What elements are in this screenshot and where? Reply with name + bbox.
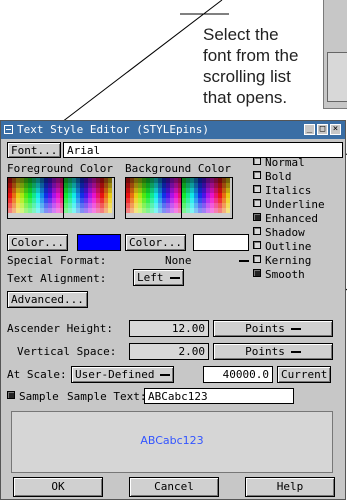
style-checkbox[interactable] <box>253 199 261 207</box>
style-option-label: Underline <box>265 198 325 211</box>
style-option-label: Outline <box>265 240 312 253</box>
ascender-height-field[interactable]: 12.00 <box>129 320 209 337</box>
foreground-color-button[interactable]: Color... <box>7 234 68 251</box>
style-checkbox[interactable] <box>253 269 261 277</box>
dropdown-icon <box>290 351 301 353</box>
text-alignment-dropdown[interactable]: Left <box>133 269 184 286</box>
text-alignment-value: Left <box>137 271 164 284</box>
foreground-palette-extra[interactable] <box>63 177 115 219</box>
at-scale-label: At Scale: <box>7 368 67 381</box>
special-format-label: Special Format: <box>7 254 107 267</box>
window-title: Text Style Editor (STYLEpins) <box>17 123 210 136</box>
sample-checkbox-option[interactable]: Sample <box>7 390 59 404</box>
style-checkbox[interactable] <box>253 227 261 235</box>
sample-preview-area: ABCabc123 <box>11 411 333 473</box>
vertical-space-field[interactable]: 2.00 <box>129 343 209 360</box>
style-option-smooth[interactable]: Smooth <box>253 268 305 282</box>
vertical-space-label: Vertical Space: <box>17 345 117 358</box>
sample-checkbox-label: Sample <box>19 390 59 403</box>
style-option-enhanced[interactable]: Enhanced <box>253 212 318 226</box>
background-color-label: Background Color <box>125 162 231 175</box>
title-bar[interactable]: Text Style Editor (STYLEpins) _ □ × <box>1 121 345 139</box>
style-checkbox[interactable] <box>253 157 261 165</box>
special-format-value[interactable]: None <box>165 254 192 268</box>
style-option-normal[interactable]: Normal <box>253 156 305 170</box>
style-option-outline[interactable]: Outline <box>253 240 311 254</box>
maximize-button[interactable]: □ <box>317 124 328 135</box>
vertical-space-units-dropdown[interactable]: Points <box>213 343 333 360</box>
sample-preview-text: ABCabc123 <box>140 434 204 447</box>
font-button[interactable]: Font... <box>7 142 62 158</box>
style-checkbox[interactable] <box>253 185 261 193</box>
style-option-label: Bold <box>265 170 292 183</box>
dropdown-icon <box>169 277 180 279</box>
text-style-editor-window: Text Style Editor (STYLEpins) _ □ × Font… <box>0 120 346 500</box>
scale-mode-value: User-Defined <box>75 368 155 381</box>
style-checkbox[interactable] <box>253 241 261 249</box>
window-menu-icon[interactable] <box>4 125 13 134</box>
foreground-color-swatch <box>77 234 121 251</box>
style-checkbox[interactable] <box>253 171 261 179</box>
style-option-italics[interactable]: Italics <box>253 184 311 198</box>
advanced-button[interactable]: Advanced... <box>7 291 88 308</box>
style-option-label: Italics <box>265 184 312 197</box>
current-scale-button[interactable]: Current <box>277 366 332 383</box>
sample-text-label: Sample Text: <box>67 390 147 403</box>
background-palette[interactable] <box>125 177 183 219</box>
dropdown-icon <box>290 328 301 330</box>
ascender-height-label: Ascender Height: <box>7 322 113 335</box>
style-option-label: Enhanced <box>265 212 318 225</box>
scale-value-field[interactable]: 40000.0 <box>203 366 273 383</box>
special-format-dropdown-icon[interactable] <box>239 260 249 262</box>
text-alignment-label: Text Alignment: <box>7 272 107 285</box>
style-option-underline[interactable]: Underline <box>253 198 325 212</box>
foreground-color-label: Foreground Color <box>7 162 113 175</box>
cancel-button[interactable]: Cancel <box>129 477 219 497</box>
sample-checkbox[interactable] <box>7 391 15 399</box>
background-color-swatch <box>193 234 249 251</box>
vertical-space-units-value: Points <box>245 345 285 358</box>
minimize-button[interactable]: _ <box>304 124 315 135</box>
style-checkbox[interactable] <box>253 213 261 221</box>
style-option-label: Smooth <box>265 268 305 281</box>
ascender-units-dropdown[interactable]: Points <box>213 320 333 337</box>
foreground-palette[interactable] <box>7 177 65 219</box>
style-option-kerning[interactable]: Kerning <box>253 254 311 268</box>
scale-mode-dropdown[interactable]: User-Defined <box>71 366 175 383</box>
close-button[interactable]: × <box>330 124 341 135</box>
sample-text-field[interactable]: ABCabc123 <box>144 388 294 404</box>
ascender-units-value: Points <box>245 322 285 335</box>
style-option-shadow[interactable]: Shadow <box>253 226 305 240</box>
background-color-button[interactable]: Color... <box>125 234 186 251</box>
ok-button[interactable]: OK <box>13 477 103 497</box>
callout-leader-font <box>61 0 223 123</box>
help-button[interactable]: Help <box>245 477 335 497</box>
dropdown-icon <box>160 374 171 376</box>
style-option-label: Shadow <box>265 226 305 239</box>
style-option-bold[interactable]: Bold <box>253 170 292 184</box>
background-palette-extra[interactable] <box>181 177 233 219</box>
style-option-label: Normal <box>265 156 305 169</box>
style-option-label: Kerning <box>265 254 312 267</box>
style-checkbox[interactable] <box>253 255 261 263</box>
